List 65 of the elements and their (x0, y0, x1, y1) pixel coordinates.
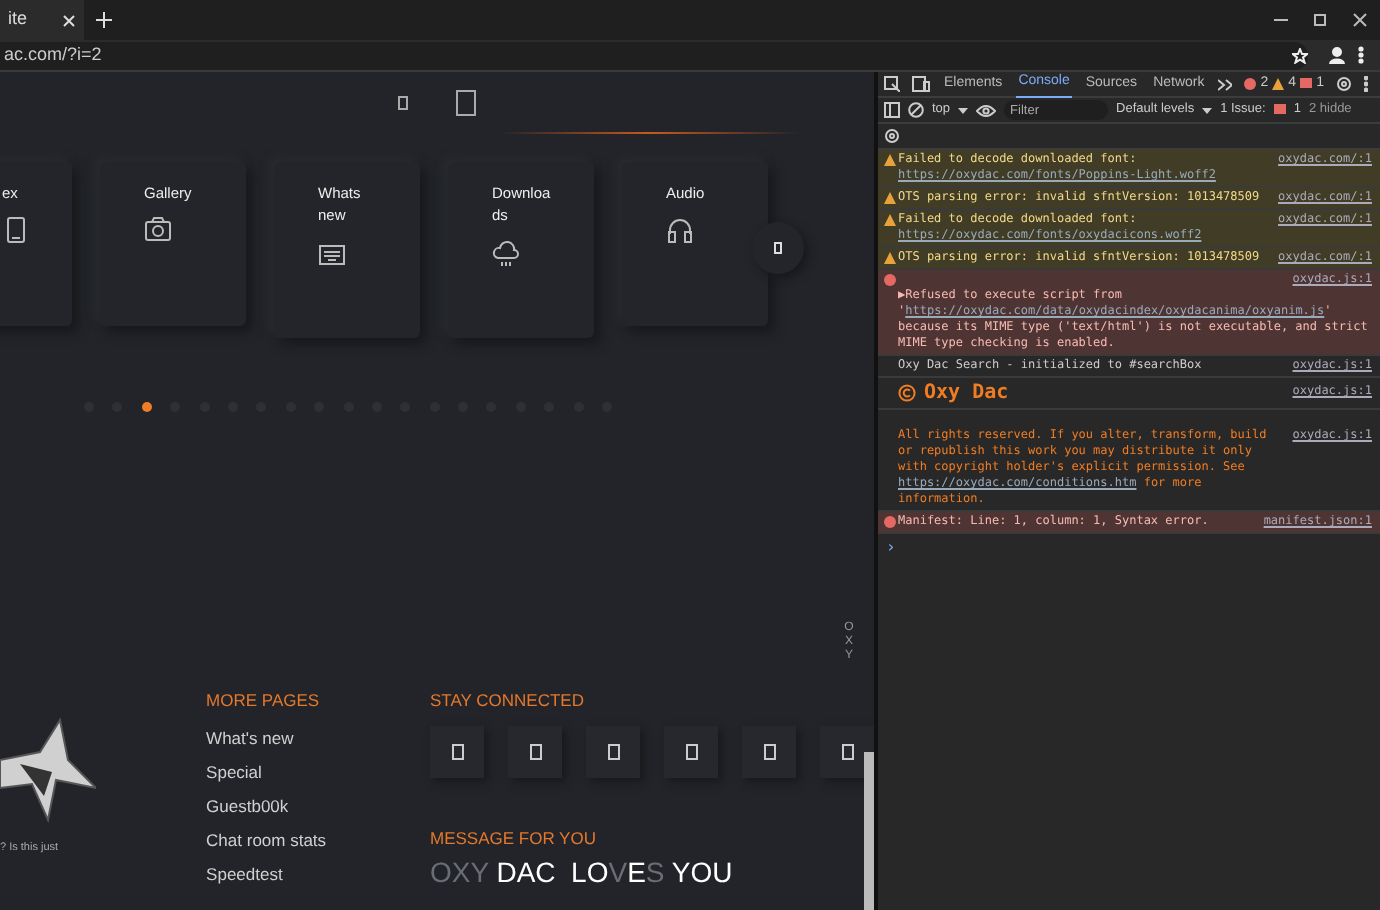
console-prompt[interactable]: › (878, 534, 1380, 562)
tab-title: ite (8, 6, 28, 33)
phone-icon[interactable] (398, 95, 408, 109)
square-icon (763, 743, 775, 760)
social-button[interactable] (430, 725, 484, 778)
camera-icon (144, 216, 172, 245)
console-title: Oxy Dac (924, 385, 1009, 401)
more-tabs-icon[interactable] (1218, 77, 1233, 91)
caret-icon[interactable] (1202, 107, 1213, 113)
close-icon[interactable] (1352, 12, 1368, 28)
footer-link[interactable]: Speedtest (206, 857, 430, 892)
error-icon (884, 516, 896, 528)
settings-icon[interactable] (884, 128, 900, 144)
keyboard-icon (318, 239, 346, 267)
eye-icon[interactable] (976, 103, 997, 117)
scrollbar-thumb[interactable] (864, 752, 874, 910)
square-icon (529, 743, 541, 760)
warning-icon (884, 252, 896, 264)
inspect-icon[interactable] (884, 76, 900, 92)
menu-icon[interactable] (1358, 46, 1364, 64)
issue-icon[interactable] (1300, 78, 1313, 90)
cloud-icon (492, 239, 520, 267)
footer-link[interactable]: Guestb00k (206, 789, 430, 824)
sidebar-icon[interactable] (884, 102, 900, 118)
warning-icon[interactable] (1272, 78, 1285, 90)
section-title: MORE PAGES (206, 688, 322, 714)
social-button[interactable] (820, 725, 874, 778)
new-tab-icon[interactable] (96, 12, 112, 28)
error-icon (884, 274, 896, 286)
square-icon (451, 743, 463, 760)
phone-icon (774, 242, 782, 254)
browser-tab[interactable]: ite (0, 0, 84, 40)
square-icon (685, 743, 697, 760)
clear-icon[interactable] (908, 102, 924, 118)
footer-link[interactable]: Special (206, 755, 430, 790)
social-button[interactable] (508, 725, 562, 778)
error-icon[interactable] (1244, 78, 1257, 90)
url-text: ac.com/?i=2 (4, 41, 102, 68)
social-button[interactable] (664, 725, 718, 778)
social-button[interactable] (586, 725, 640, 778)
footer-link[interactable]: What's new (206, 721, 430, 756)
phone-icon (2, 216, 30, 245)
profile-icon[interactable] (1328, 46, 1346, 64)
social-button[interactable] (742, 725, 796, 778)
tablet-icon[interactable] (456, 89, 476, 115)
copyright-icon (898, 384, 916, 402)
message-text: OXY DAC LOVES YOU (430, 853, 735, 891)
caret-icon[interactable] (958, 107, 969, 113)
address-bar[interactable]: ac.com/?i=2 (0, 41, 1308, 69)
settings-icon[interactable] (1335, 76, 1352, 92)
close-icon[interactable] (62, 13, 76, 27)
section-title: STAY CONNECTED (430, 688, 586, 714)
headphones-icon (666, 216, 694, 245)
square-icon (841, 743, 853, 760)
issue-icon[interactable] (1273, 104, 1286, 116)
section-title: MESSAGE FOR YOU (430, 825, 598, 851)
star-icon[interactable] (1292, 47, 1308, 63)
maximize-icon[interactable] (1312, 12, 1328, 28)
square-icon (607, 743, 619, 760)
device-icon[interactable] (912, 76, 930, 92)
slider-dot[interactable] (141, 402, 152, 412)
footer-link[interactable]: Chat room stats (206, 823, 430, 858)
round-button[interactable] (752, 222, 804, 274)
warning-icon (884, 154, 896, 166)
more-icon[interactable] (1363, 76, 1368, 92)
